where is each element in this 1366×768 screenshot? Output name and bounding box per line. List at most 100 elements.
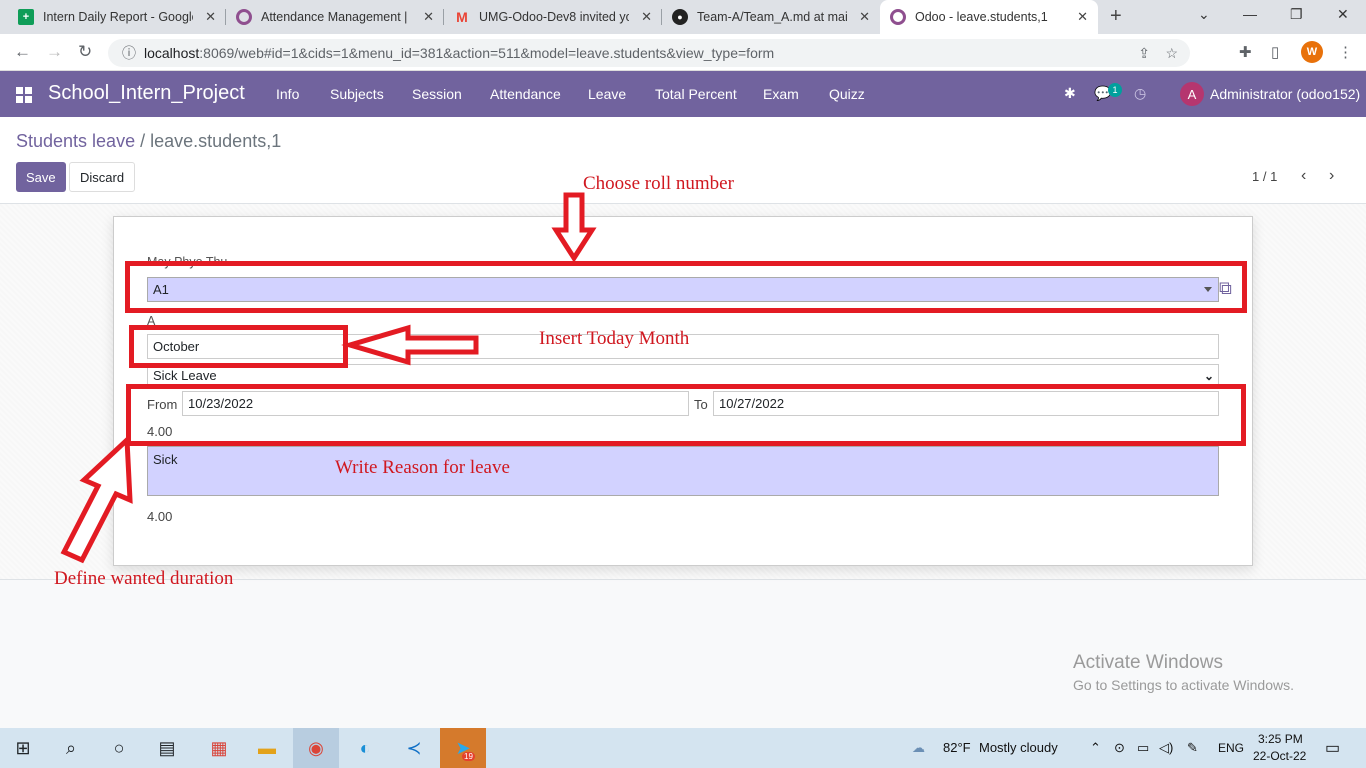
weather-icon[interactable]: ☁	[912, 740, 925, 756]
url-host: localhost	[144, 45, 200, 61]
leave-type-value: Sick Leave	[153, 367, 217, 383]
gmail-icon: M	[456, 9, 468, 25]
sheets-icon: +	[18, 9, 34, 25]
reason-value: Sick	[153, 452, 178, 467]
side-panel-icon[interactable]: ▯	[1271, 43, 1279, 61]
roll-number-highlight	[125, 261, 1247, 313]
browser-tab[interactable]: M UMG-Odoo-Dev8 invited you ✕	[444, 0, 662, 34]
close-icon[interactable]: ✕	[641, 9, 652, 25]
breadcrumb-parent[interactable]: Students leave	[16, 131, 135, 151]
browser-tab[interactable]: Attendance Management | O ✕	[226, 0, 444, 34]
browser-tab[interactable]: + Intern Daily Report - Google ✕	[8, 0, 226, 34]
tab-title: Odoo - leave.students,1	[915, 10, 1048, 24]
avatar[interactable]: A	[1180, 82, 1204, 106]
extensions-icon[interactable]: ✚	[1239, 43, 1252, 61]
browser-menu-icon[interactable]: ⋮	[1338, 43, 1353, 61]
menu-attendance[interactable]: Attendance	[490, 86, 561, 102]
activity-clock-icon[interactable]: ◷	[1134, 85, 1146, 102]
maximize-icon[interactable]: ❐	[1290, 6, 1303, 23]
close-icon[interactable]: ✕	[205, 9, 216, 25]
url-field[interactable]: ⓘ localhost:8069/web#id=1&cids=1&menu_id…	[108, 39, 1190, 67]
browser-tab-active[interactable]: Odoo - leave.students,1 ✕	[880, 0, 1098, 34]
menu-info[interactable]: Info	[276, 86, 299, 102]
clock-date[interactable]: 22-Oct-22	[1253, 749, 1306, 763]
pen-icon[interactable]: ✎	[1187, 740, 1198, 756]
new-tab-icon[interactable]: +	[1110, 5, 1122, 28]
menu-exam[interactable]: Exam	[763, 86, 799, 102]
url-path: :8069/web#id=1&cids=1&menu_id=381&action…	[199, 45, 775, 61]
close-icon[interactable]: ✕	[859, 9, 870, 25]
apps-menu-icon[interactable]	[16, 87, 32, 103]
bookmark-star-icon[interactable]: ☆	[1165, 45, 1178, 62]
annotation-roll: Choose roll number	[583, 173, 734, 194]
app-brand[interactable]: School_Intern_Project	[48, 82, 245, 105]
annotation-reason: Write Reason for leave	[335, 457, 510, 478]
reason-textarea[interactable]: Sick	[147, 446, 1219, 496]
save-button[interactable]: Save	[16, 162, 66, 192]
debug-bug-icon[interactable]: ✱	[1064, 85, 1076, 102]
breadcrumb-current: leave.students,1	[150, 131, 282, 151]
browser-tab[interactable]: ● Team-A/Team_A.md at main ✕	[662, 0, 880, 34]
share-icon[interactable]: ⇪	[1138, 45, 1150, 62]
pager-value[interactable]: 1 / 1	[1252, 169, 1277, 184]
notifications-icon[interactable]: ▭	[1325, 738, 1340, 758]
vscode-icon[interactable]: ≺	[391, 728, 437, 768]
message-count-badge: 1	[1108, 83, 1122, 97]
menu-leave[interactable]: Leave	[588, 86, 626, 102]
telegram-badge: 19	[462, 752, 475, 761]
discard-button[interactable]: Discard	[69, 162, 136, 192]
forward-icon[interactable]: →	[46, 42, 63, 62]
annotation-duration: Define wanted duration	[54, 568, 234, 589]
pager-next-icon[interactable]: ›	[1329, 167, 1334, 185]
month-highlight	[129, 325, 348, 368]
edge-icon[interactable]: ◐	[342, 728, 388, 768]
odoo-icon	[890, 9, 906, 25]
duration-highlight	[126, 384, 1246, 446]
clock-time[interactable]: 3:25 PM	[1258, 732, 1303, 746]
back-icon[interactable]: ←	[14, 42, 31, 62]
weather-temp[interactable]: 82°F	[943, 740, 971, 755]
breadcrumb: Students leave / leave.students,1	[16, 131, 282, 151]
chevron-down-icon[interactable]: ⌄	[1204, 369, 1214, 383]
battery-icon[interactable]: ▭	[1137, 740, 1149, 756]
windows-start-icon[interactable]: ⊞	[0, 728, 46, 768]
odoo-navbar: School_Intern_Project Info Subjects Sess…	[0, 71, 1366, 117]
file-explorer-icon[interactable]: ▬	[244, 728, 290, 768]
total-days-value: 4.00	[147, 509, 173, 524]
browser-profile-avatar[interactable]: W	[1301, 41, 1323, 63]
minimize-icon[interactable]: —	[1243, 6, 1257, 22]
pager-previous-icon[interactable]: ‹	[1301, 167, 1306, 185]
tray-chevron-icon[interactable]: ⌃	[1090, 740, 1101, 756]
task-view-icon[interactable]: ▤	[144, 728, 190, 768]
info-icon[interactable]: ⓘ	[122, 43, 136, 63]
tab-search-icon[interactable]: ⌄	[1198, 6, 1210, 23]
language-indicator[interactable]: ENG	[1218, 741, 1244, 755]
store-icon[interactable]: ▦	[196, 728, 242, 768]
windows-taskbar: ⊞ ⌕ ○ ▤ ▦ ▬ ◉ ◐ ≺ ➤ 19 ☁ 82°F Mostly clo…	[0, 728, 1366, 768]
window-close-icon[interactable]: ✕	[1337, 6, 1349, 23]
weather-text[interactable]: Mostly cloudy	[979, 740, 1058, 755]
activation-watermark-text: Go to Settings to activate Windows.	[1073, 677, 1294, 693]
chrome-icon[interactable]: ◉	[293, 728, 339, 768]
cortana-icon[interactable]: ○	[96, 728, 142, 768]
menu-total-percent[interactable]: Total Percent	[655, 86, 737, 102]
telegram-icon[interactable]: ➤	[440, 728, 486, 768]
menu-subjects[interactable]: Subjects	[330, 86, 384, 102]
tab-title: Team-A/Team_A.md at main	[697, 10, 847, 24]
tab-title: Intern Daily Report - Google	[43, 10, 193, 24]
close-icon[interactable]: ✕	[1077, 9, 1088, 25]
activation-watermark-title: Activate Windows	[1073, 652, 1223, 673]
tray-app-icon[interactable]: ⊙	[1114, 740, 1125, 756]
user-menu[interactable]: Administrator (odoo152)	[1210, 86, 1360, 102]
tab-title: UMG-Odoo-Dev8 invited you	[479, 10, 629, 24]
menu-quizz[interactable]: Quizz	[829, 86, 865, 102]
github-icon: ●	[672, 9, 688, 25]
browser-tab-bar: + Intern Daily Report - Google ✕ Attenda…	[0, 0, 1366, 34]
volume-icon[interactable]: ◁)	[1159, 740, 1173, 756]
search-icon[interactable]: ⌕	[48, 728, 94, 768]
close-icon[interactable]: ✕	[423, 9, 434, 25]
menu-session[interactable]: Session	[412, 86, 462, 102]
address-bar-row: ← → ↻ ⓘ localhost:8069/web#id=1&cids=1&m…	[0, 34, 1366, 71]
odoo-icon	[236, 9, 252, 25]
reload-icon[interactable]: ↻	[78, 42, 92, 62]
